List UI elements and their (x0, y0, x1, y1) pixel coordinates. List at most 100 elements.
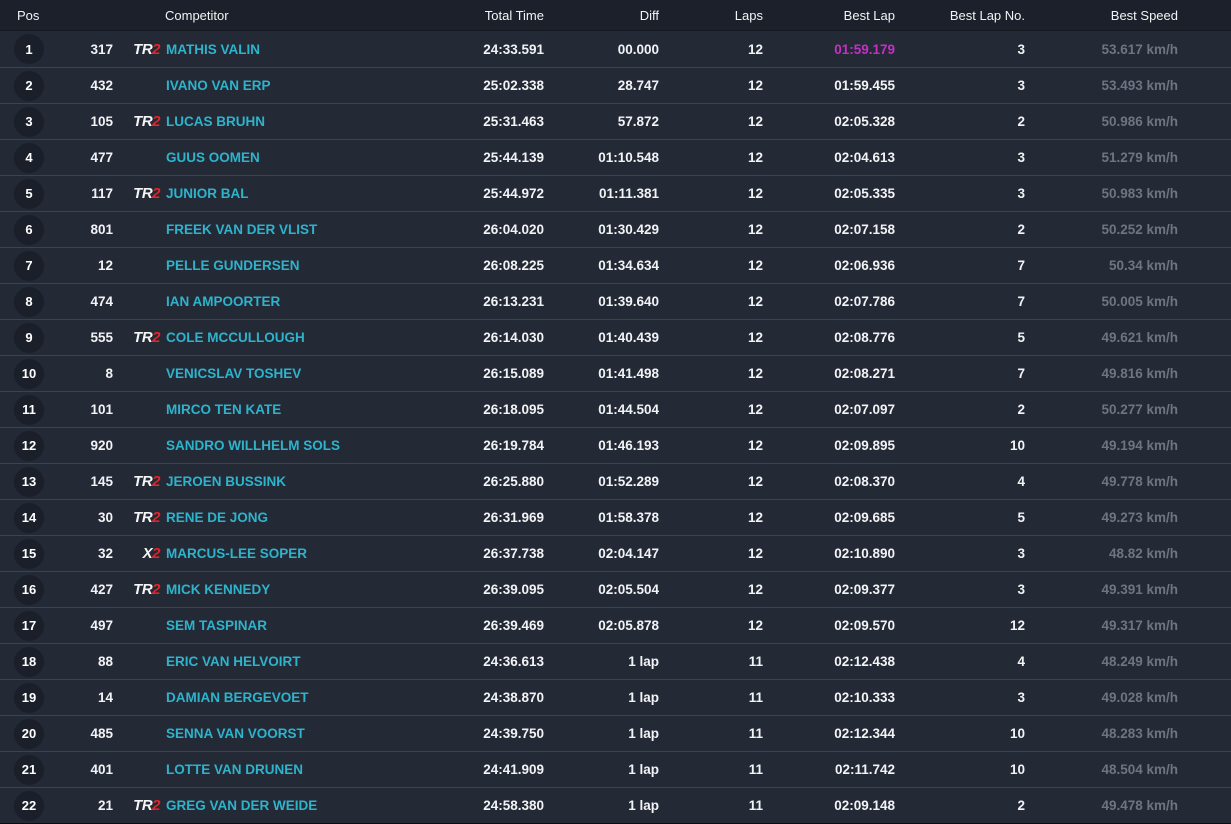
competitor-number: 317 (60, 42, 113, 57)
table-row[interactable]: 7 12 PELLE GUNDERSEN 26:08.225 01:34.634… (0, 247, 1231, 283)
table-row[interactable]: 17 497 SEM TASPINAR 26:39.469 02:05.878 … (0, 607, 1231, 643)
team-logo: TR2 (113, 113, 165, 130)
position-badge: 1 (14, 34, 44, 64)
best-lap: 02:06.936 (763, 258, 895, 273)
table-row[interactable]: 9 555 TR2 COLE MCCULLOUGH 26:14.030 01:4… (0, 319, 1231, 355)
competitor-name[interactable]: SENNA VAN VOORST (165, 726, 434, 741)
position-number: 22 (22, 798, 36, 813)
table-row[interactable]: 14 30 TR2 RENE DE JONG 26:31.969 01:58.3… (0, 499, 1231, 535)
competitor-name[interactable]: GUUS OOMEN (165, 150, 434, 165)
competitor-name[interactable]: MARCUS-LEE SOPER (165, 546, 434, 561)
competitor-name[interactable]: IAN AMPOORTER (165, 294, 434, 309)
competitor-name[interactable]: SANDRO WILLHELM SOLS (165, 438, 434, 453)
laps: 12 (659, 42, 763, 57)
best-speed: 49.621 km/h (1025, 330, 1178, 345)
race-results-table: Pos Competitor Total Time Diff Laps Best… (0, 0, 1231, 823)
table-row[interactable]: 19 14 DAMIAN BERGEVOET 24:38.870 1 lap 1… (0, 679, 1231, 715)
total-time: 26:08.225 (434, 258, 544, 273)
competitor-name[interactable]: GREG VAN DER WEIDE (165, 798, 434, 813)
table-row[interactable]: 5 117 TR2 JUNIOR BAL 25:44.972 01:11.381… (0, 175, 1231, 211)
table-row[interactable]: 3 105 TR2 LUCAS BRUHN 25:31.463 57.872 1… (0, 103, 1231, 139)
best-lap-no: 4 (895, 654, 1025, 669)
competitor-name[interactable]: RENE DE JONG (165, 510, 434, 525)
diff: 02:05.878 (544, 618, 659, 633)
table-row[interactable]: 2 432 IVANO VAN ERP 25:02.338 28.747 12 … (0, 67, 1231, 103)
competitor-name[interactable]: PELLE GUNDERSEN (165, 258, 434, 273)
laps: 12 (659, 186, 763, 201)
competitor-number: 14 (60, 690, 113, 705)
competitor-name[interactable]: DAMIAN BERGEVOET (165, 690, 434, 705)
competitor-name[interactable]: MICK KENNEDY (165, 582, 434, 597)
team-logo-main: TR (133, 329, 152, 346)
table-row[interactable]: 18 88 ERIC VAN HELVOIRT 24:36.613 1 lap … (0, 643, 1231, 679)
best-lap: 02:12.438 (763, 654, 895, 669)
competitor-number: 555 (60, 330, 113, 345)
competitor-number: 427 (60, 582, 113, 597)
diff: 02:04.147 (544, 546, 659, 561)
total-time: 24:38.870 (434, 690, 544, 705)
competitor-name[interactable]: LOTTE VAN DRUNEN (165, 762, 434, 777)
col-header-diff: Diff (544, 8, 659, 23)
table-row[interactable]: 22 21 TR2 GREG VAN DER WEIDE 24:58.380 1… (0, 787, 1231, 823)
competitor-name[interactable]: MATHIS VALIN (165, 42, 434, 57)
team-logo-main: TR (133, 113, 152, 130)
competitor-name[interactable]: LUCAS BRUHN (165, 114, 434, 129)
best-speed: 48.82 km/h (1025, 546, 1178, 561)
position-number: 5 (25, 186, 32, 201)
team-logo-main: TR (133, 581, 152, 598)
total-time: 24:58.380 (434, 798, 544, 813)
position-number: 19 (22, 690, 36, 705)
table-row[interactable]: 8 474 IAN AMPOORTER 26:13.231 01:39.640 … (0, 283, 1231, 319)
team-logo: TR2 (113, 329, 165, 346)
best-speed: 50.252 km/h (1025, 222, 1178, 237)
best-lap-no: 10 (895, 762, 1025, 777)
position-number: 8 (25, 294, 32, 309)
laps: 11 (659, 654, 763, 669)
competitor-name[interactable]: JEROEN BUSSINK (165, 474, 434, 489)
competitor-name[interactable]: ERIC VAN HELVOIRT (165, 654, 434, 669)
best-speed: 49.391 km/h (1025, 582, 1178, 597)
diff: 01:58.378 (544, 510, 659, 525)
competitor-name[interactable]: VENICSLAV TOSHEV (165, 366, 434, 381)
team-logo-main: TR (133, 185, 152, 202)
total-time: 26:14.030 (434, 330, 544, 345)
best-lap-no: 7 (895, 258, 1025, 273)
table-row[interactable]: 10 8 VENICSLAV TOSHEV 26:15.089 01:41.49… (0, 355, 1231, 391)
diff: 01:41.498 (544, 366, 659, 381)
laps: 11 (659, 690, 763, 705)
best-lap-no: 3 (895, 186, 1025, 201)
laps: 12 (659, 438, 763, 453)
diff: 01:10.548 (544, 150, 659, 165)
table-row[interactable]: 16 427 TR2 MICK KENNEDY 26:39.095 02:05.… (0, 571, 1231, 607)
best-speed: 49.816 km/h (1025, 366, 1178, 381)
competitor-name[interactable]: COLE MCCULLOUGH (165, 330, 434, 345)
competitor-name[interactable]: MIRCO TEN KATE (165, 402, 434, 417)
table-row[interactable]: 20 485 SENNA VAN VOORST 24:39.750 1 lap … (0, 715, 1231, 751)
table-row[interactable]: 13 145 TR2 JEROEN BUSSINK 26:25.880 01:5… (0, 463, 1231, 499)
team-logo-digit: 2 (152, 797, 160, 814)
best-lap-no: 3 (895, 78, 1025, 93)
competitor-name[interactable]: IVANO VAN ERP (165, 78, 434, 93)
competitor-number: 477 (60, 150, 113, 165)
table-row[interactable]: 21 401 LOTTE VAN DRUNEN 24:41.909 1 lap … (0, 751, 1231, 787)
position-number: 13 (22, 474, 36, 489)
competitor-name[interactable]: JUNIOR BAL (165, 186, 434, 201)
table-row[interactable]: 6 801 FREEK VAN DER VLIST 26:04.020 01:3… (0, 211, 1231, 247)
table-row[interactable]: 11 101 MIRCO TEN KATE 26:18.095 01:44.50… (0, 391, 1231, 427)
competitor-number: 32 (60, 546, 113, 561)
best-lap: 02:09.148 (763, 798, 895, 813)
position-badge: 19 (14, 683, 44, 713)
table-row[interactable]: 4 477 GUUS OOMEN 25:44.139 01:10.548 12 … (0, 139, 1231, 175)
best-lap: 02:08.776 (763, 330, 895, 345)
team-logo-main: TR (133, 509, 152, 526)
competitor-name[interactable]: FREEK VAN DER VLIST (165, 222, 434, 237)
best-speed: 49.478 km/h (1025, 798, 1178, 813)
table-row[interactable]: 12 920 SANDRO WILLHELM SOLS 26:19.784 01… (0, 427, 1231, 463)
table-row[interactable]: 1 317 TR2 MATHIS VALIN 24:33.591 00.000 … (0, 31, 1231, 67)
best-speed: 48.283 km/h (1025, 726, 1178, 741)
competitor-name[interactable]: SEM TASPINAR (165, 618, 434, 633)
best-lap: 02:07.097 (763, 402, 895, 417)
table-row[interactable]: 15 32 X2 MARCUS-LEE SOPER 26:37.738 02:0… (0, 535, 1231, 571)
best-speed: 49.317 km/h (1025, 618, 1178, 633)
laps: 12 (659, 150, 763, 165)
